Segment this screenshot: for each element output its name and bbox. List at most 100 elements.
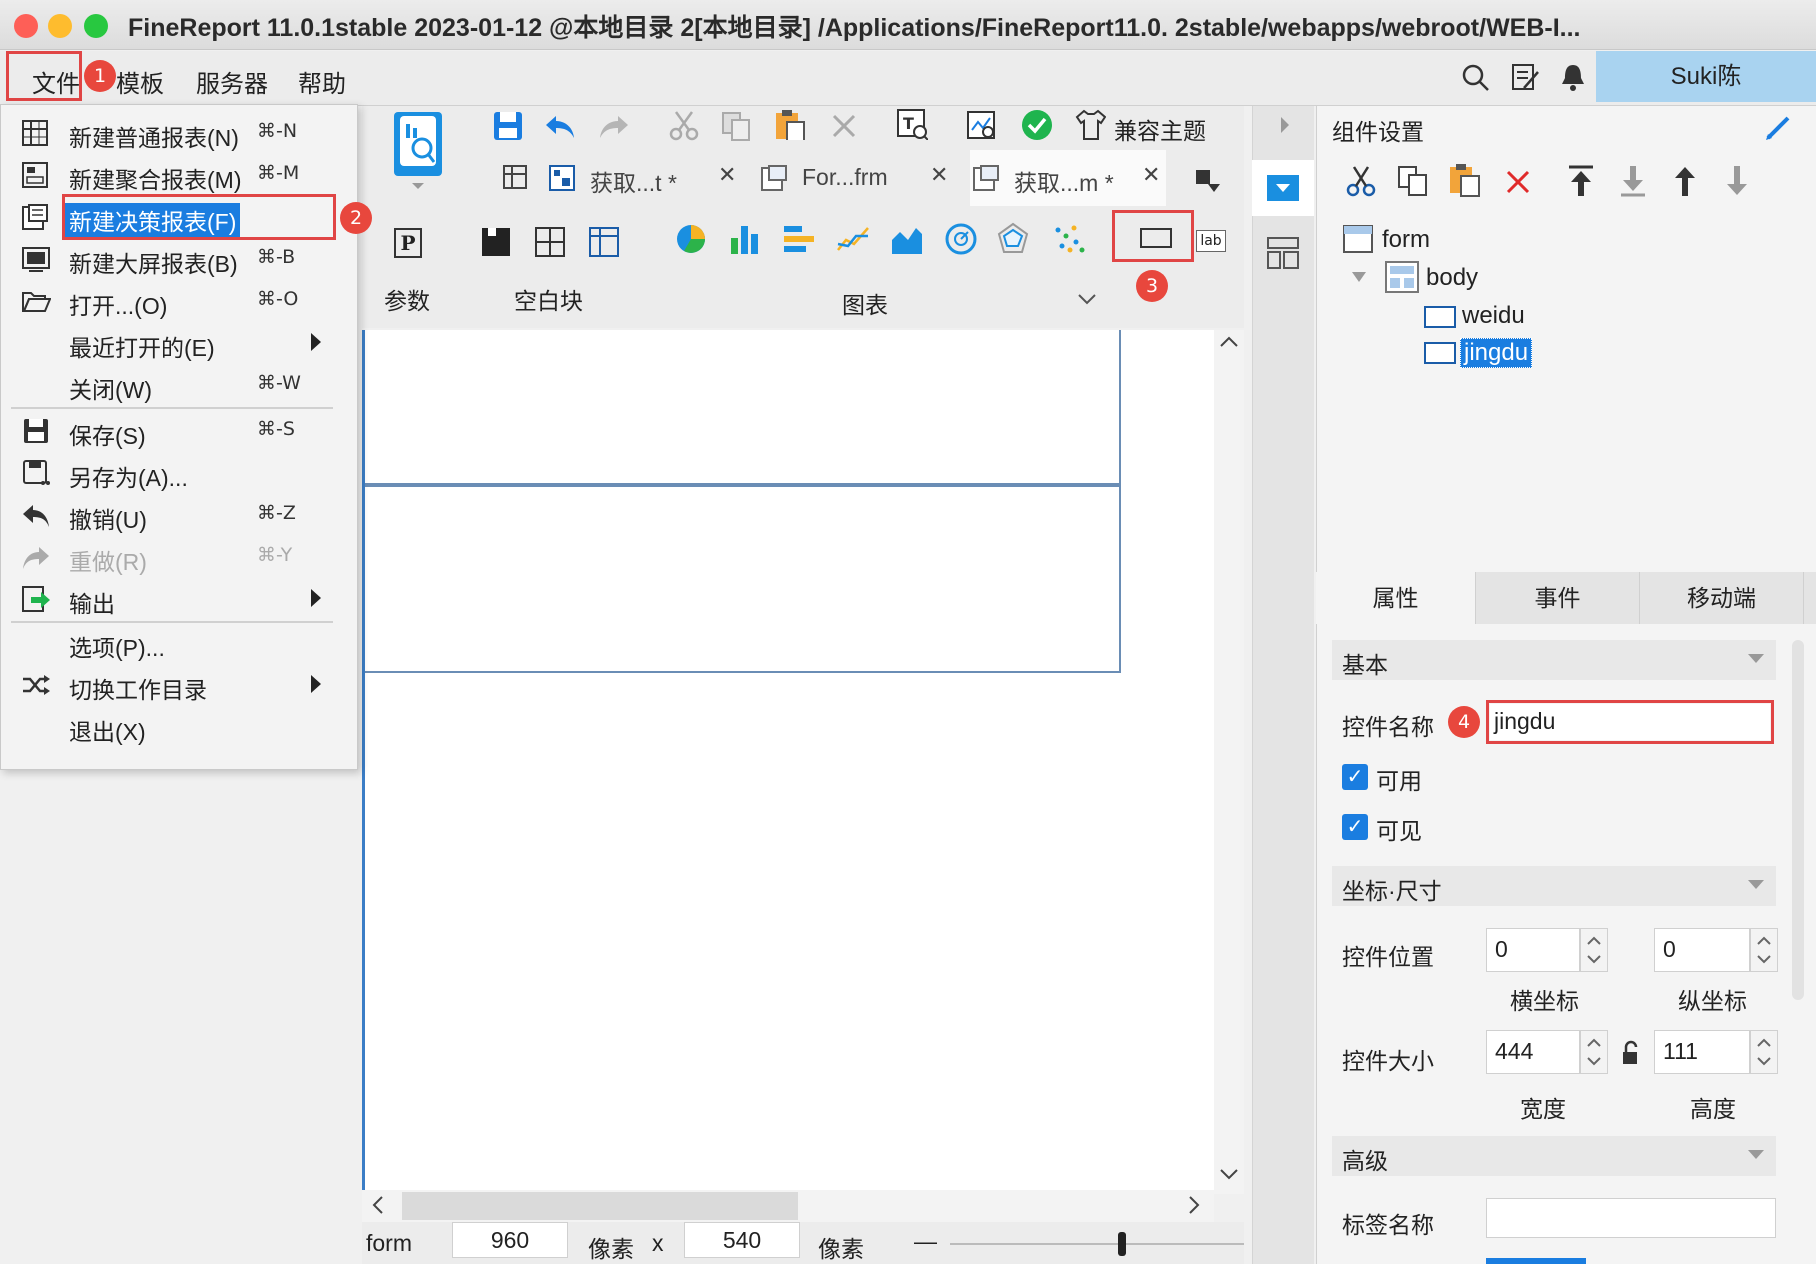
- lock-icon[interactable]: [1620, 1040, 1642, 1066]
- menu-server[interactable]: 服务器: [196, 64, 268, 99]
- scroll-right-icon[interactable]: [1186, 1194, 1202, 1216]
- dropdown-chevron-icon[interactable]: [408, 180, 428, 192]
- scroll-down-icon[interactable]: [1218, 1166, 1240, 1182]
- menu-item-close[interactable]: 关闭(W) ⌘-W: [1, 365, 357, 405]
- paste-icon[interactable]: [774, 108, 806, 140]
- move-up-icon[interactable]: [1670, 164, 1700, 198]
- close-tab-icon[interactable]: ✕: [718, 162, 736, 188]
- delete-icon[interactable]: [830, 112, 862, 144]
- widget-name-input[interactable]: jingdu: [1490, 704, 1770, 740]
- bar-chart-icon[interactable]: [728, 222, 762, 256]
- canvas-width-input[interactable]: 960: [452, 1222, 568, 1258]
- theme-label[interactable]: 兼容主题: [1114, 112, 1206, 146]
- horizontal-bar-icon[interactable]: [782, 222, 816, 256]
- cut-icon[interactable]: [668, 110, 700, 142]
- tree-expand-icon[interactable]: [1350, 270, 1368, 284]
- mobile-preview-icon[interactable]: [394, 112, 442, 176]
- delete-icon[interactable]: [1504, 168, 1532, 196]
- theme-shirt-icon[interactable]: [1074, 108, 1106, 140]
- gauge-chart-icon[interactable]: [944, 222, 978, 256]
- hscroll-thumb[interactable]: [402, 1192, 798, 1220]
- widget-jingdu-frame[interactable]: [365, 485, 1121, 673]
- x-spinner[interactable]: [1580, 928, 1608, 972]
- zoom-out-button[interactable]: —: [914, 1228, 937, 1255]
- menu-file[interactable]: 文件: [32, 64, 80, 99]
- panel-scrollbar[interactable]: [1792, 640, 1804, 1000]
- menu-item-new-normal-report[interactable]: 新建普通报表(N) ⌘-N: [1, 113, 357, 153]
- line-chart-icon[interactable]: [836, 222, 870, 256]
- vertical-scrollbar[interactable]: [1214, 330, 1244, 1194]
- menu-item-new-bigscreen-report[interactable]: 新建大屏报表(B) ⌘-B: [1, 239, 357, 279]
- y-input[interactable]: 0: [1654, 928, 1750, 972]
- save-icon[interactable]: [492, 110, 524, 142]
- move-down-icon[interactable]: [1722, 164, 1752, 198]
- minimize-window-button[interactable]: [48, 14, 72, 38]
- split-layout-icon[interactable]: [534, 226, 566, 258]
- width-input[interactable]: 444: [1486, 1030, 1580, 1074]
- user-account[interactable]: Suki陈: [1596, 51, 1816, 102]
- check-icon[interactable]: [1020, 108, 1052, 140]
- scroll-up-icon[interactable]: [1218, 334, 1240, 350]
- zoom-slider-track[interactable]: [950, 1243, 1244, 1245]
- menu-item-recent[interactable]: 最近打开的(E): [1, 323, 357, 363]
- bell-icon[interactable]: [1560, 62, 1586, 92]
- menu-item-new-aggregate-report[interactable]: 新建聚合报表(M) ⌘-M: [1, 155, 357, 195]
- tree-node-jingdu[interactable]: jingdu: [1460, 338, 1533, 368]
- scrollbar-thumb[interactable]: [1214, 364, 1244, 424]
- tab-mobile[interactable]: 移动端: [1640, 572, 1804, 624]
- section-coords[interactable]: 坐标·尺寸: [1332, 866, 1776, 906]
- menu-item-switch-workdir[interactable]: 切换工作目录: [1, 665, 357, 705]
- tab-list-icon[interactable]: [1194, 168, 1222, 194]
- menu-item-open[interactable]: 打开...(O) ⌘-O: [1, 281, 357, 321]
- section-basic[interactable]: 基本: [1332, 640, 1776, 680]
- menu-item-redo[interactable]: 重做(R) ⌘-Y: [1, 537, 357, 577]
- section-advanced[interactable]: 高级: [1332, 1136, 1776, 1176]
- menu-help[interactable]: 帮助: [298, 64, 346, 99]
- tab-report-2[interactable]: For...frm ✕: [758, 150, 954, 206]
- tab-report-3[interactable]: 获取...m * ✕: [970, 150, 1166, 206]
- maximize-window-button[interactable]: [84, 14, 108, 38]
- visible-checkbox[interactable]: ✓: [1342, 814, 1368, 840]
- scroll-left-icon[interactable]: [370, 1194, 386, 1216]
- menu-template[interactable]: 模板: [116, 64, 164, 99]
- tree-node-form[interactable]: form: [1382, 226, 1430, 254]
- label-widget-icon[interactable]: lab: [1196, 230, 1226, 252]
- width-spinner[interactable]: [1580, 1030, 1608, 1074]
- chevron-down-icon[interactable]: [1076, 292, 1098, 306]
- grid-icon[interactable]: [500, 160, 532, 192]
- menu-item-export[interactable]: 输出: [1, 579, 357, 619]
- tree-node-weidu[interactable]: weidu: [1462, 302, 1525, 330]
- zoom-slider-handle[interactable]: [1118, 1232, 1126, 1256]
- x-input[interactable]: 0: [1486, 928, 1580, 972]
- enabled-checkbox[interactable]: ✓: [1342, 764, 1368, 790]
- close-tab-icon[interactable]: ✕: [1142, 162, 1160, 188]
- text-search-icon[interactable]: T: [896, 108, 928, 140]
- y-spinner[interactable]: [1750, 928, 1778, 972]
- area-chart-icon[interactable]: [890, 222, 924, 256]
- scatter-chart-icon[interactable]: [1052, 222, 1086, 256]
- tree-node-body[interactable]: body: [1426, 264, 1478, 292]
- text-field-widget-icon[interactable]: [1140, 228, 1172, 248]
- close-window-button[interactable]: [14, 14, 38, 38]
- tab-report-1[interactable]: 获取...t * ✕: [546, 150, 742, 206]
- menu-item-options[interactable]: 选项(P)...: [1, 623, 357, 663]
- canvas-height-input[interactable]: 540: [684, 1222, 800, 1258]
- menu-item-save[interactable]: 保存(S) ⌘-S: [1, 411, 357, 451]
- menu-item-save-as[interactable]: 另存为(A)...: [1, 453, 357, 493]
- layout-manager-icon[interactable]: [1266, 236, 1300, 270]
- copy-icon[interactable]: [1396, 164, 1430, 198]
- edit-notes-icon[interactable]: [1510, 62, 1540, 92]
- menu-item-exit[interactable]: 退出(X): [1, 707, 357, 747]
- radar-chart-icon[interactable]: [996, 222, 1030, 256]
- preview-chart-icon[interactable]: [966, 110, 998, 142]
- close-tab-icon[interactable]: ✕: [930, 162, 948, 188]
- move-top-icon[interactable]: [1566, 164, 1596, 198]
- cut-icon[interactable]: [1344, 164, 1378, 198]
- edit-pen-icon[interactable]: [1764, 114, 1794, 142]
- pie-chart-icon[interactable]: [674, 222, 708, 256]
- absolute-layout-icon[interactable]: [480, 226, 512, 258]
- tab-events[interactable]: 事件: [1476, 572, 1640, 624]
- move-bottom-icon[interactable]: [1618, 164, 1648, 198]
- tab-properties[interactable]: 属性: [1316, 572, 1476, 624]
- table-layout-icon[interactable]: [588, 226, 620, 258]
